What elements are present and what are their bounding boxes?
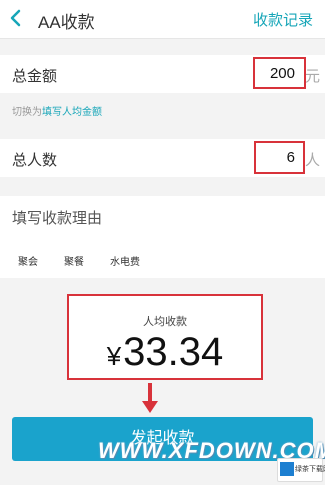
per-person-label: 人均收款: [143, 316, 187, 328]
down-arrow-icon: [142, 383, 158, 413]
site-logo-badge: 绿茶下载网: [277, 458, 325, 482]
back-arrow-icon[interactable]: [8, 7, 24, 29]
total-amount-label: 总金额: [12, 68, 58, 85]
records-link[interactable]: 收款记录: [253, 9, 313, 30]
top-bar: AA收款 收款记录: [0, 0, 325, 39]
people-count-unit: 人: [305, 152, 321, 169]
reason-chip[interactable]: 水电费: [110, 253, 140, 268]
people-count-row: 总人数 6 人: [0, 139, 325, 177]
page-title: AA收款: [38, 13, 95, 32]
reason-chip[interactable]: 聚餐: [64, 253, 84, 268]
per-person-value: 33.34: [123, 330, 224, 374]
switch-mode-line: 切换为填写人均金额: [12, 103, 102, 118]
site-logo-icon: [280, 462, 294, 476]
total-amount-row: 总金额 200 元: [0, 55, 325, 93]
people-count-label: 总人数: [12, 152, 58, 169]
total-amount-unit: 元: [305, 68, 321, 85]
total-amount-highlight: [253, 57, 306, 89]
reason-chip[interactable]: 聚会: [18, 253, 38, 268]
people-count-highlight: [254, 141, 305, 174]
switch-prefix: 切换为: [12, 107, 42, 118]
per-person-result: 人均收款 ¥33.34: [67, 294, 263, 380]
per-person-amount: ¥33.34: [69, 330, 261, 378]
switch-to-per-person-link[interactable]: 填写人均金额: [42, 107, 102, 118]
currency-symbol: ¥: [106, 341, 122, 371]
reason-input[interactable]: 填写收款理由: [12, 207, 102, 228]
site-badge-text: 绿茶下载网: [295, 466, 325, 473]
